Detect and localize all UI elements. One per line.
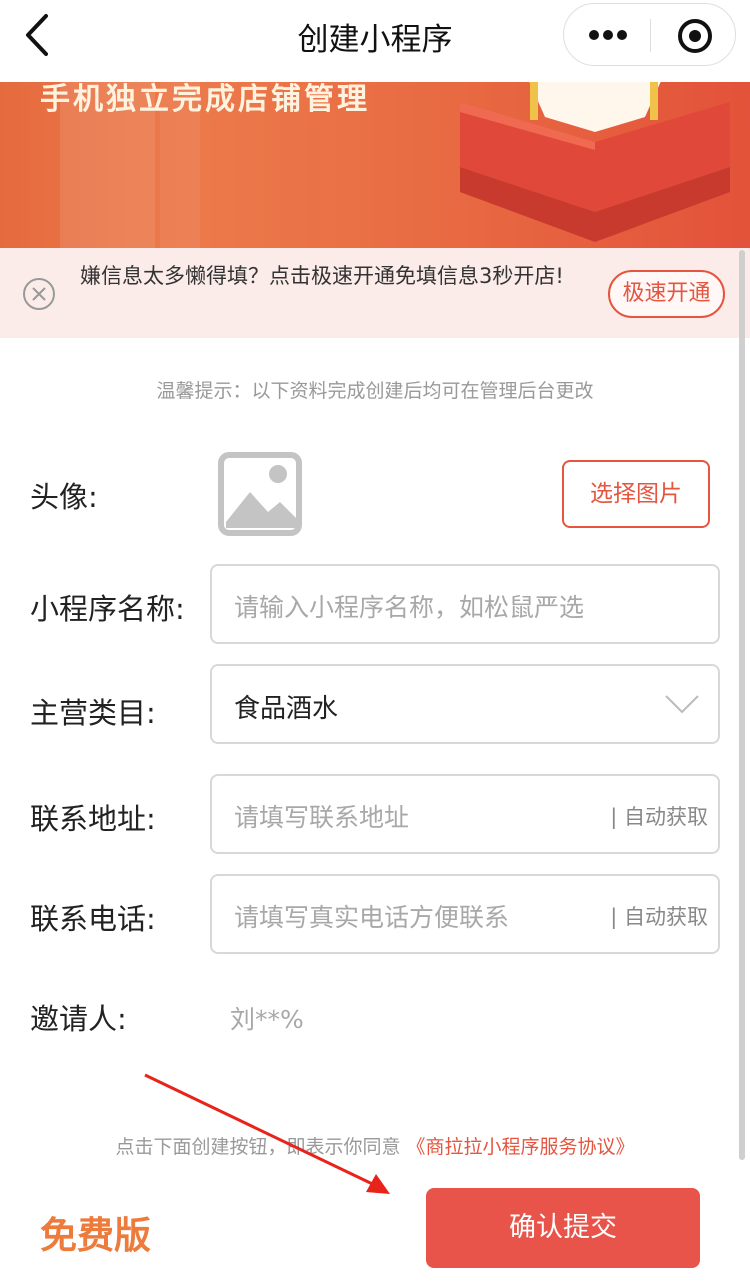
category-select[interactable]: 食品酒水 — [210, 664, 720, 744]
category-label: 主营类目: — [30, 696, 156, 730]
address-placeholder: 请填写联系地址 — [234, 803, 410, 832]
name-input[interactable]: 请输入小程序名称，如松鼠严选 — [210, 564, 720, 644]
name-label: 小程序名称: — [30, 592, 185, 626]
phone-label: 联系电话: — [30, 902, 156, 936]
address-input[interactable]: 请填写联系地址 | 自动获取 — [210, 774, 720, 854]
tip-text: 嫌信息太多懒得填？点击极速开通免填信息3秒开店! — [80, 264, 564, 288]
inviter-label: 邀请人: — [30, 1002, 127, 1036]
address-label: 联系地址: — [30, 802, 156, 836]
free-plan-label: 免费版 — [40, 1214, 151, 1257]
phone-auto-fill-button[interactable]: | 自动获取 — [610, 901, 708, 931]
fast-open-button[interactable]: 极速开通 — [608, 270, 725, 318]
close-circle-icon[interactable] — [22, 277, 56, 311]
target-circle-icon[interactable] — [677, 18, 713, 54]
phone-placeholder: 请填写真实电话方便联系 — [234, 903, 510, 932]
quick-open-tip: 嫌信息太多懒得填？点击极速开通免填信息3秒开店! 极速开通 — [0, 248, 750, 338]
capsule-divider — [650, 19, 651, 52]
navigation-bar: 创建小程序 — [0, 0, 750, 82]
agreement-text: 点击下面创建按钮，即表示你同意 《商拉拉小程序服务协议》 — [0, 1132, 750, 1159]
image-placeholder-icon — [218, 452, 302, 536]
banner-text: 手机独立完成店铺管理 — [40, 82, 370, 117]
avatar-label: 头像: — [30, 480, 98, 514]
chevron-down-icon — [665, 695, 699, 714]
inviter-value: 刘**% — [230, 1005, 304, 1034]
hint-text: 温馨提示：以下资料完成创建后均可在管理后台更改 — [156, 380, 594, 402]
gift-box-illustration — [460, 82, 730, 242]
category-value: 食品酒水 — [234, 694, 339, 724]
agreement-prefix: 点击下面创建按钮，即表示你同意 — [115, 1136, 401, 1158]
phone-input[interactable]: 请填写真实电话方便联系 | 自动获取 — [210, 874, 720, 954]
mini-program-capsule — [563, 3, 736, 66]
address-auto-fill-button[interactable]: | 自动获取 — [610, 801, 708, 831]
promo-banner: 手机独立完成店铺管理 — [0, 82, 750, 248]
name-placeholder: 请输入小程序名称，如松鼠严选 — [234, 593, 585, 622]
more-dots-icon[interactable] — [588, 27, 628, 43]
confirm-submit-button[interactable]: 确认提交 — [426, 1188, 700, 1268]
service-agreement-link[interactable]: 《商拉拉小程序服务协议》 — [407, 1136, 635, 1158]
choose-image-button[interactable]: 选择图片 — [562, 460, 710, 528]
